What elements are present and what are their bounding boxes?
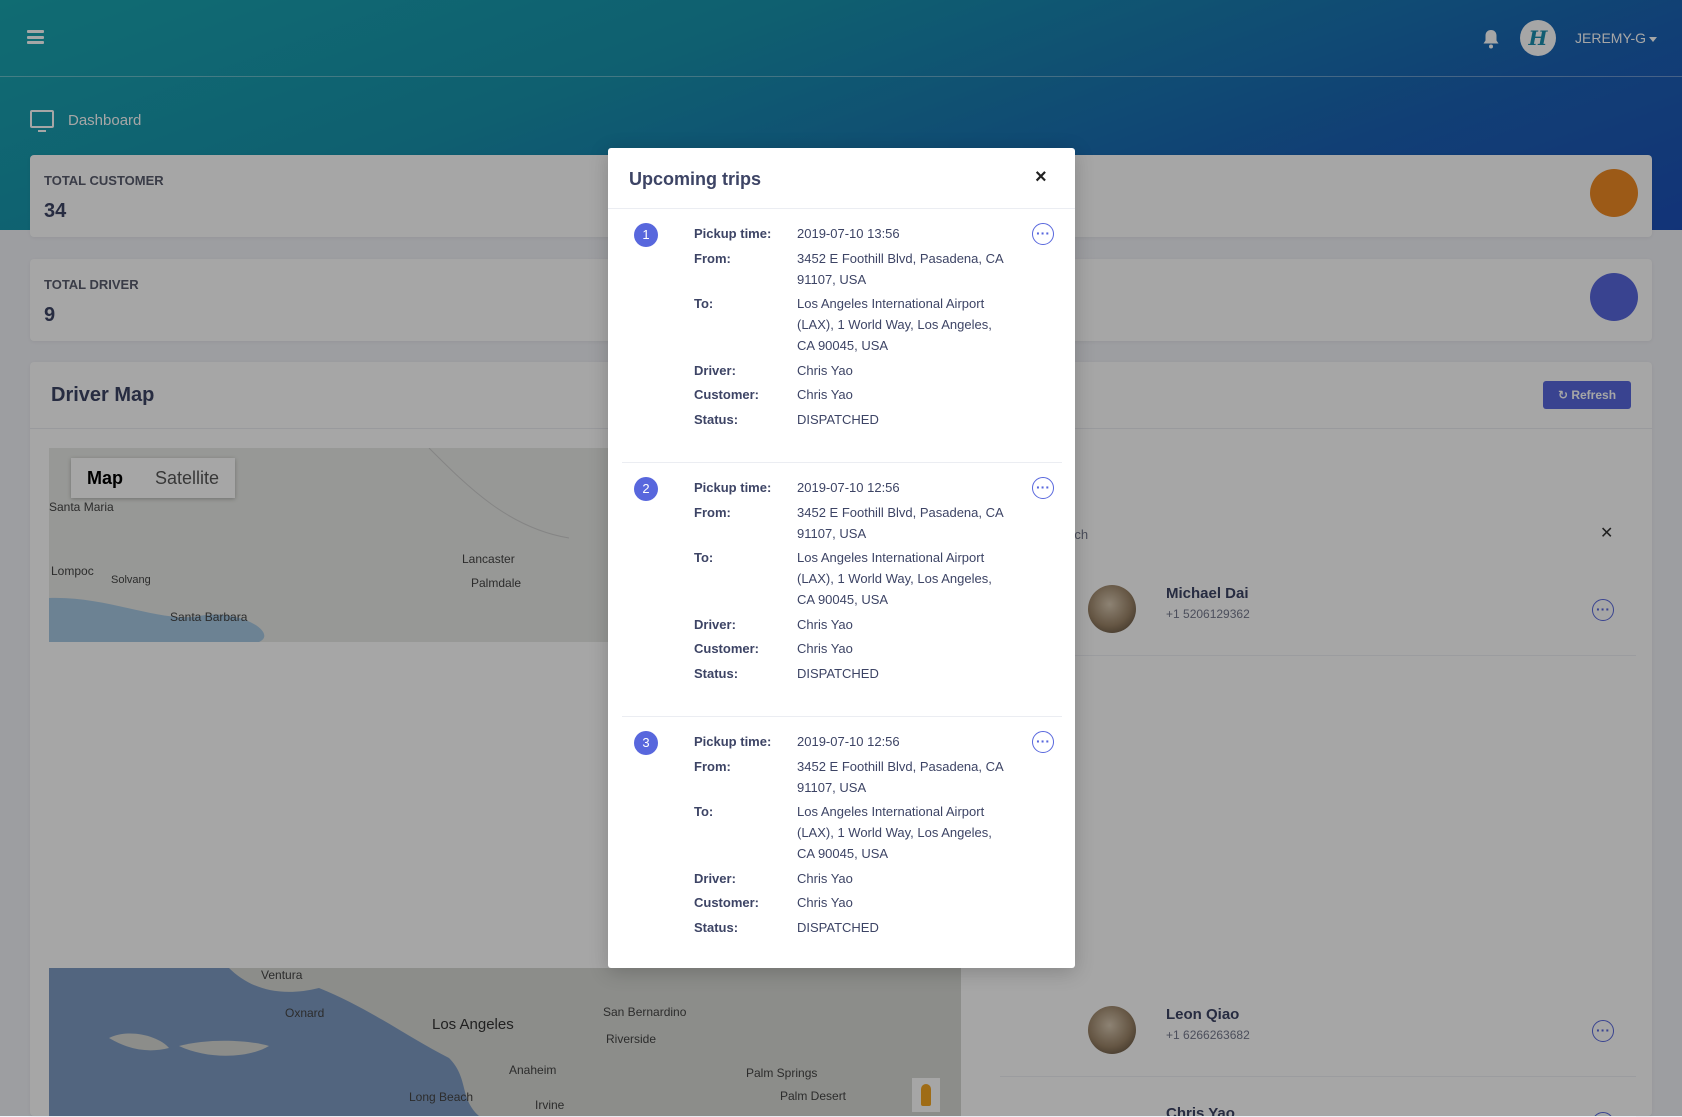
- to-label: To:: [694, 804, 714, 819]
- trip-item: 2 Pickup time: 2019-07-10 12:56 From: 34…: [622, 463, 1062, 717]
- driver-label: Driver:: [694, 871, 736, 886]
- trip-item: 1 Pickup time: 2019-07-10 13:56 From: 34…: [622, 209, 1062, 463]
- trip-number-badge: 3: [634, 731, 658, 755]
- close-icon[interactable]: ×: [1035, 167, 1047, 187]
- from-label: From:: [694, 251, 731, 266]
- to-label: To:: [694, 550, 714, 565]
- status-value: DISPATCHED: [797, 412, 879, 427]
- driver-value: Chris Yao: [797, 363, 853, 378]
- trip-number-badge: 2: [634, 477, 658, 501]
- from-value: 3452 E Foothill Blvd, Pasadena, CA 91107…: [797, 759, 1003, 795]
- customer-value: Chris Yao: [797, 895, 853, 910]
- modal-header: Upcoming trips ×: [608, 148, 1075, 209]
- pickup-label: Pickup time:: [694, 480, 772, 495]
- trip-item: 3 Pickup time: 2019-07-10 12:56 From: 34…: [622, 717, 1062, 970]
- driver-label: Driver:: [694, 617, 736, 632]
- to-value: Los Angeles International Airport (LAX),…: [797, 296, 992, 353]
- customer-value: Chris Yao: [797, 387, 853, 402]
- upcoming-trips-modal: Upcoming trips × 1 Pickup time: 2019-07-…: [608, 148, 1075, 968]
- pickup-label: Pickup time:: [694, 734, 772, 749]
- pickup-value: 2019-07-10 12:56: [797, 734, 900, 749]
- from-value: 3452 E Foothill Blvd, Pasadena, CA 91107…: [797, 251, 1003, 287]
- to-label: To:: [694, 296, 714, 311]
- pickup-label: Pickup time:: [694, 226, 772, 241]
- pickup-value: 2019-07-10 12:56: [797, 480, 900, 495]
- customer-value: Chris Yao: [797, 641, 853, 656]
- from-label: From:: [694, 505, 731, 520]
- customer-label: Customer:: [694, 387, 760, 402]
- more-options-icon[interactable]: [1032, 223, 1054, 245]
- status-value: DISPATCHED: [797, 666, 879, 681]
- driver-value: Chris Yao: [797, 617, 853, 632]
- from-value: 3452 E Foothill Blvd, Pasadena, CA 91107…: [797, 505, 1003, 541]
- trip-number-badge: 1: [634, 223, 658, 247]
- to-value: Los Angeles International Airport (LAX),…: [797, 550, 992, 607]
- customer-label: Customer:: [694, 895, 760, 910]
- driver-label: Driver:: [694, 363, 736, 378]
- modal-title: Upcoming trips: [629, 169, 762, 189]
- from-label: From:: [694, 759, 731, 774]
- more-options-icon[interactable]: [1032, 731, 1054, 753]
- driver-value: Chris Yao: [797, 871, 853, 886]
- status-label: Status:: [694, 666, 739, 681]
- status-value: DISPATCHED: [797, 920, 879, 935]
- pickup-value: 2019-07-10 13:56: [797, 226, 900, 241]
- customer-label: Customer:: [694, 641, 760, 656]
- to-value: Los Angeles International Airport (LAX),…: [797, 804, 992, 861]
- status-label: Status:: [694, 412, 739, 427]
- more-options-icon[interactable]: [1032, 477, 1054, 499]
- status-label: Status:: [694, 920, 739, 935]
